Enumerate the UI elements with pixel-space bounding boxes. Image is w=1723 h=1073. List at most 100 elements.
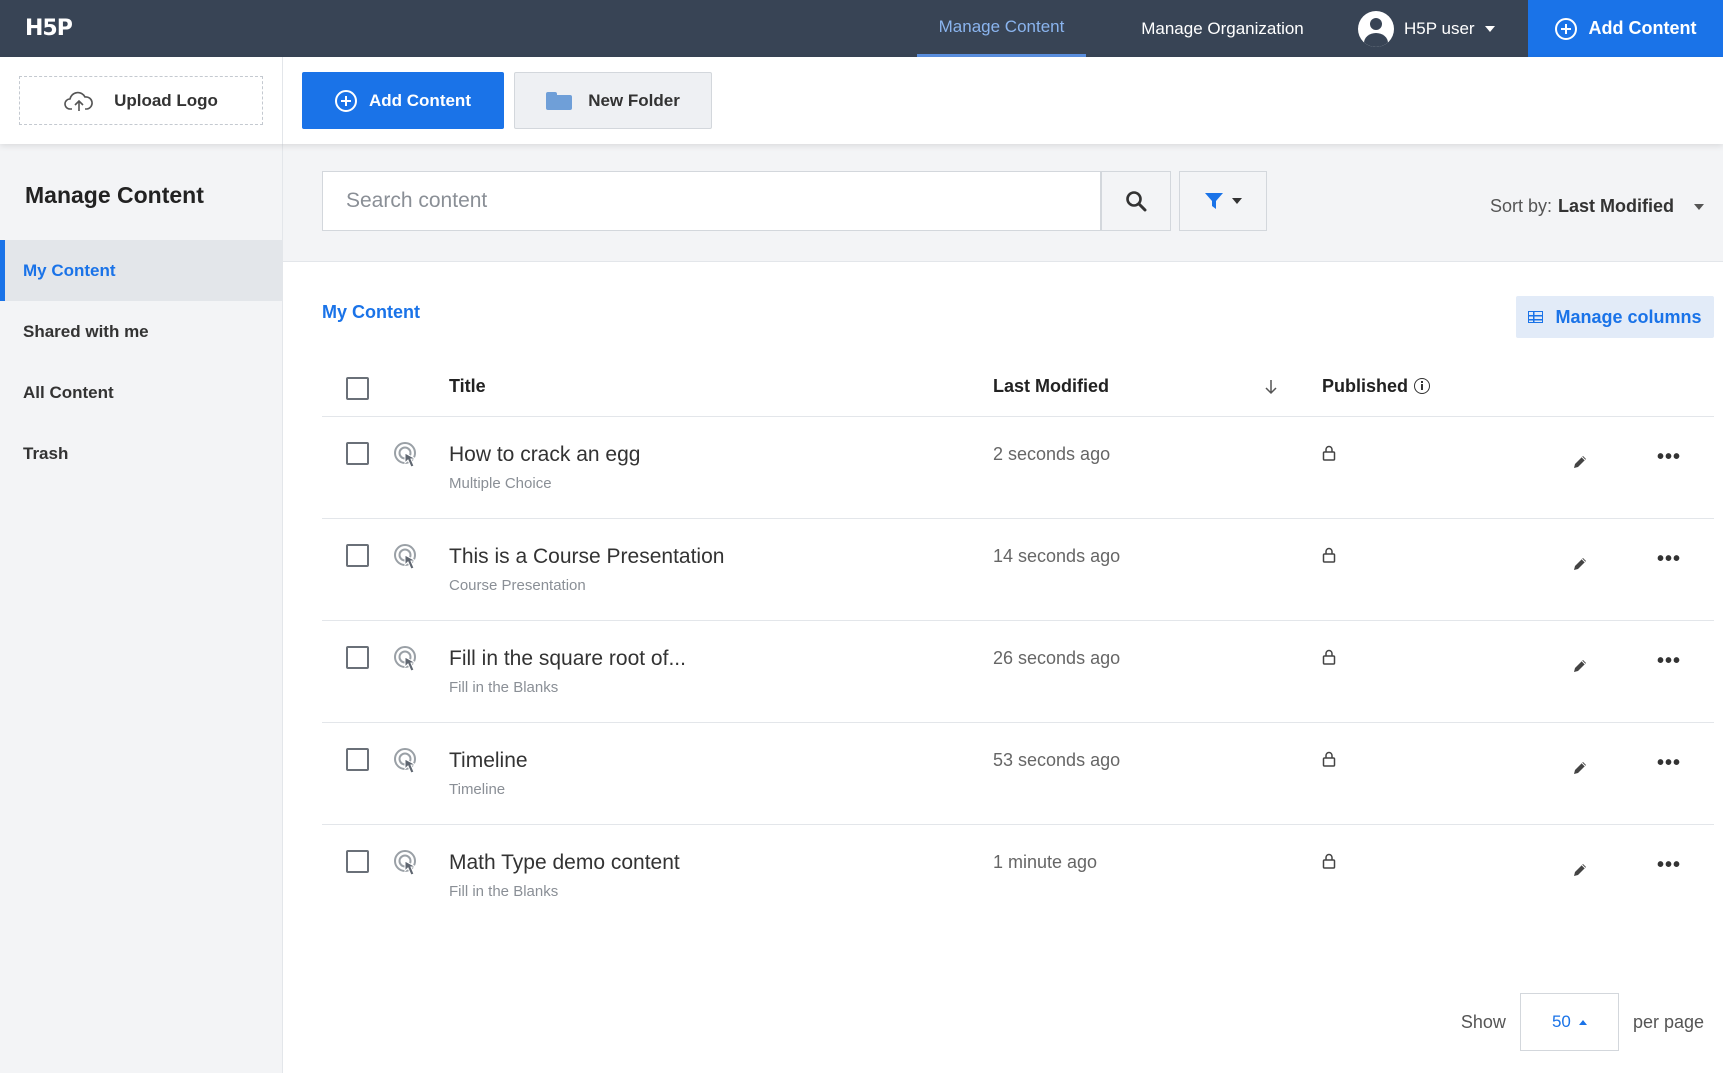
per-page-value: 50 (1551, 1012, 1571, 1031)
content-type-icon (393, 645, 423, 675)
upload-logo-button[interactable]: Upload Logo (19, 76, 263, 125)
more-options-icon[interactable]: ••• (1657, 549, 1680, 573)
row-last-modified: 2 seconds ago (993, 444, 1111, 464)
top-add-content-button[interactable]: Add Content (1528, 0, 1723, 57)
lock-icon (1322, 751, 1336, 767)
content-type-icon (393, 849, 423, 879)
table-row[interactable]: Timeline Timeline 53 seconds ago ••• (322, 723, 1714, 825)
lock-icon (1322, 853, 1336, 869)
row-checkbox[interactable] (346, 442, 369, 465)
toolbar: Upload Logo Add Content New Folder (0, 57, 1723, 144)
table-row[interactable]: Fill in the square root of... Fill in the… (322, 621, 1714, 723)
pencil-edit-icon[interactable] (1572, 760, 1588, 776)
pencil-edit-icon[interactable] (1572, 862, 1588, 878)
column-header-published: Published (1322, 376, 1431, 397)
row-last-modified: 1 minute ago (993, 852, 1098, 872)
sort-by-label: Sort by: (1489, 196, 1552, 216)
table-row[interactable]: Math Type demo content Fill in the Blanks… (322, 825, 1714, 927)
show-label: Show (1460, 1011, 1506, 1032)
nav-manage-content[interactable]: Manage Content (917, 0, 1086, 57)
row-title[interactable]: Timeline (449, 749, 528, 773)
column-header-last-modified[interactable]: Last Modified (993, 376, 1109, 397)
top-navigation-bar: H5P Manage Content Manage Organization H… (0, 0, 1723, 57)
more-options-icon[interactable]: ••• (1657, 753, 1680, 777)
new-folder-button[interactable]: New Folder (514, 72, 712, 129)
row-title[interactable]: Fill in the square root of... (449, 647, 686, 671)
row-checkbox[interactable] (346, 646, 369, 669)
sidebar-item-all-content[interactable]: All Content (0, 362, 282, 423)
folder-icon (546, 91, 573, 110)
row-last-modified: 26 seconds ago (993, 648, 1121, 668)
row-content-type: Fill in the Blanks (449, 883, 559, 900)
chevron-down-icon (1232, 198, 1242, 204)
sidebar-title: Manage Content (25, 182, 204, 208)
upload-logo-label: Upload Logo (114, 90, 218, 110)
table-grid-icon (1528, 311, 1544, 323)
search-icon (1126, 191, 1147, 212)
more-options-icon[interactable]: ••• (1657, 651, 1680, 675)
lock-icon (1322, 649, 1336, 665)
add-content-button[interactable]: Add Content (302, 72, 504, 129)
content-type-icon (393, 441, 423, 471)
row-checkbox[interactable] (346, 748, 369, 771)
user-name: H5P user (1404, 18, 1475, 38)
breadcrumb[interactable]: My Content (322, 302, 420, 323)
pencil-edit-icon[interactable] (1572, 556, 1588, 572)
row-checkbox[interactable] (346, 850, 369, 873)
search-area: Sort by: Last Modified (283, 144, 1723, 262)
sort-by-value: Last Modified (1558, 196, 1674, 216)
row-content-type: Multiple Choice (449, 475, 552, 492)
chevron-down-icon (1484, 25, 1495, 32)
nav-manage-organization[interactable]: Manage Organization (1125, 0, 1320, 57)
more-options-icon[interactable]: ••• (1657, 855, 1680, 879)
select-all-checkbox[interactable] (346, 377, 369, 400)
manage-columns-button[interactable]: Manage columns (1516, 296, 1714, 338)
top-add-content-label: Add Content (1588, 18, 1697, 38)
table-row[interactable]: How to crack an egg Multiple Choice 2 seco… (322, 417, 1714, 519)
row-last-modified: 14 seconds ago (993, 546, 1121, 566)
row-last-modified: 53 seconds ago (993, 750, 1121, 770)
h5p-logo[interactable]: H5P (25, 16, 73, 41)
manage-columns-label: Manage columns (1555, 306, 1702, 327)
per-page-label: per page (1632, 1011, 1704, 1032)
sidebar-item-trash[interactable]: Trash (0, 423, 282, 484)
sidebar-item-shared-with-me[interactable]: Shared with me (0, 301, 282, 362)
pencil-edit-icon[interactable] (1572, 454, 1588, 470)
column-header-title[interactable]: Title (449, 376, 486, 397)
row-content-type: Timeline (449, 781, 506, 798)
content-panel: My Content Manage columns Title Last Mod… (283, 262, 1723, 1073)
row-content-type: Course Presentation (449, 577, 586, 594)
row-title[interactable]: This is a Course Presentation (449, 545, 724, 569)
arrow-down-icon[interactable] (1264, 378, 1278, 396)
toolbar-divider (282, 57, 283, 144)
table-row[interactable]: This is a Course Presentation Course Pres… (322, 519, 1714, 621)
row-title[interactable]: Math Type demo content (449, 851, 680, 875)
row-checkbox[interactable] (346, 544, 369, 567)
search-button[interactable] (1101, 171, 1171, 231)
info-icon[interactable] (1414, 378, 1431, 394)
filter-button[interactable] (1179, 171, 1267, 231)
plus-circle-icon (1554, 17, 1577, 40)
row-title[interactable]: How to crack an egg (449, 443, 640, 467)
sidebar: Manage Content My Content Shared with me… (0, 144, 283, 1073)
lock-icon (1322, 547, 1336, 563)
user-avatar-icon (1358, 10, 1394, 47)
column-header-published-label: Published (1322, 376, 1409, 396)
add-content-label: Add Content (369, 90, 471, 110)
search-input[interactable] (322, 171, 1101, 231)
pagination: Show 50 per page (1461, 993, 1704, 1051)
user-menu[interactable]: H5P user (1358, 0, 1495, 57)
pencil-edit-icon[interactable] (1572, 658, 1588, 674)
filter-icon (1205, 193, 1223, 209)
content-type-icon (393, 543, 423, 573)
per-page-select[interactable]: 50 (1519, 993, 1619, 1051)
content-type-icon (393, 747, 423, 777)
chevron-up-icon (1578, 1019, 1587, 1025)
lock-icon (1322, 445, 1336, 461)
more-options-icon[interactable]: ••• (1657, 447, 1680, 471)
chevron-down-icon (1694, 203, 1704, 210)
cloud-upload-icon (64, 91, 93, 111)
row-content-type: Fill in the Blanks (449, 679, 559, 696)
sort-by-dropdown[interactable]: Sort by: Last Modified (1490, 196, 1704, 217)
sidebar-item-my-content[interactable]: My Content (0, 240, 282, 301)
